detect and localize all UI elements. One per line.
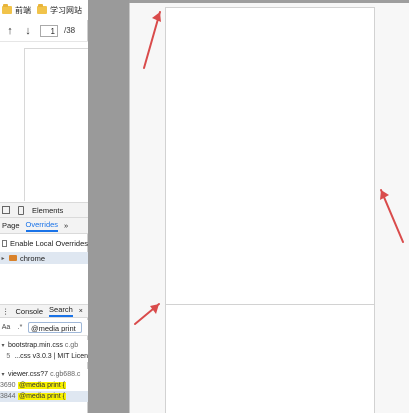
- bookmark-label-frontend: 前端: [15, 5, 31, 15]
- pdf-toolbar: ↑ ↓ 1 /38: [0, 20, 88, 42]
- bookmark-folder-learning-sites[interactable]: 学习网站: [37, 4, 82, 16]
- search-result-match[interactable]: 3844 @media print {: [0, 391, 88, 402]
- search-result-match[interactable]: 5 ...css v3.0.3 | MIT Licen: [0, 351, 88, 362]
- enable-overrides-label: Enable Local Overrides: [10, 238, 88, 248]
- inspect-element-icon[interactable]: [2, 206, 10, 214]
- collapse-caret-icon[interactable]: ▾: [0, 371, 6, 378]
- bookmark-label-learning-sites: 学习网站: [50, 5, 82, 15]
- annotation-arrow-right: [380, 189, 404, 243]
- result-file-name: bootstrap.min.css: [8, 342, 63, 349]
- drawer-menu-icon[interactable]: ⋮: [2, 307, 10, 316]
- result-match-text: ...css v3.0.3 | MIT Licen: [14, 353, 88, 360]
- pdf-page-preview: [24, 48, 88, 201]
- more-tabs-button[interactable]: »: [64, 221, 68, 230]
- folder-icon: [37, 4, 47, 14]
- regex-button[interactable]: .*: [15, 323, 25, 333]
- folder-icon: [2, 4, 12, 14]
- result-match-text: @media print {: [18, 382, 67, 389]
- search-input[interactable]: @media print: [28, 322, 82, 333]
- result-file-name: viewer.css?7: [8, 371, 49, 378]
- viewer-gray-margin: [88, 0, 129, 413]
- enable-overrides-row[interactable]: Enable Local Overrides: [0, 236, 88, 250]
- search-result-match[interactable]: 3690 @media print {: [0, 380, 88, 391]
- search-toolbar: Aa .* @media print: [0, 320, 88, 336]
- folder-icon: [9, 255, 17, 261]
- devtools-top-tabs: Elements: [0, 202, 88, 218]
- override-folder-row[interactable]: ▸ chrome: [0, 252, 88, 264]
- annotation-arrow-top-left: [143, 11, 161, 69]
- tab-overrides[interactable]: Overrides: [25, 220, 59, 232]
- expand-caret-icon[interactable]: ▸: [0, 255, 6, 262]
- page-number-input[interactable]: 1: [40, 24, 58, 37]
- search-result-file[interactable]: ▾ viewer.css?7 c.gb688.c: [0, 369, 88, 380]
- close-icon[interactable]: ×: [79, 308, 83, 315]
- pdf-page-top: [165, 7, 375, 305]
- match-case-button[interactable]: Aa: [0, 323, 12, 333]
- up-arrow-icon[interactable]: ↑: [4, 25, 16, 37]
- result-line-number: 5: [6, 353, 11, 360]
- tab-page[interactable]: Page: [2, 221, 20, 230]
- annotation-arrow-bottom-left: [134, 303, 160, 325]
- device-toolbar-icon[interactable]: [18, 205, 24, 215]
- page-total-label: /38: [64, 26, 76, 35]
- tab-elements[interactable]: Elements: [32, 206, 63, 215]
- collapse-caret-icon[interactable]: ▾: [0, 342, 6, 349]
- search-result-file[interactable]: ▾ bootstrap.min.css c.gb: [0, 340, 88, 351]
- screenshot-root: 前端 学习网站 ↑ ↓ 1 /38 Elements Page Override…: [0, 0, 409, 413]
- bookmarks-bar: 前端 学习网站: [0, 0, 88, 20]
- tab-search[interactable]: Search: [49, 305, 73, 317]
- override-folder-label: chrome: [20, 253, 46, 263]
- left-panel: 前端 学习网站 ↑ ↓ 1 /38 Elements Page Override…: [0, 0, 88, 413]
- pdf-viewer-main: [88, 0, 409, 413]
- pdf-preview-area: [0, 42, 88, 202]
- drawer-tabs: ⋮ Console Search ×: [0, 304, 88, 318]
- result-file-path: c.gb: [64, 342, 79, 349]
- sources-navigator-tabs: Page Overrides »: [0, 218, 88, 234]
- bookmark-folder-frontend[interactable]: 前端: [2, 4, 31, 16]
- result-file-path: c.gb688.c: [50, 371, 81, 378]
- enable-overrides-checkbox[interactable]: [2, 239, 8, 247]
- result-line-number: 3844: [0, 393, 16, 400]
- result-match-text: @media print {: [18, 393, 67, 400]
- navigator-empty-space: [0, 264, 88, 304]
- result-line-number: 3690: [0, 382, 16, 389]
- pdf-page-bottom: [165, 305, 375, 413]
- viewer-top-strip: [129, 0, 409, 3]
- tab-console[interactable]: Console: [16, 307, 44, 316]
- down-arrow-icon[interactable]: ↓: [22, 25, 34, 37]
